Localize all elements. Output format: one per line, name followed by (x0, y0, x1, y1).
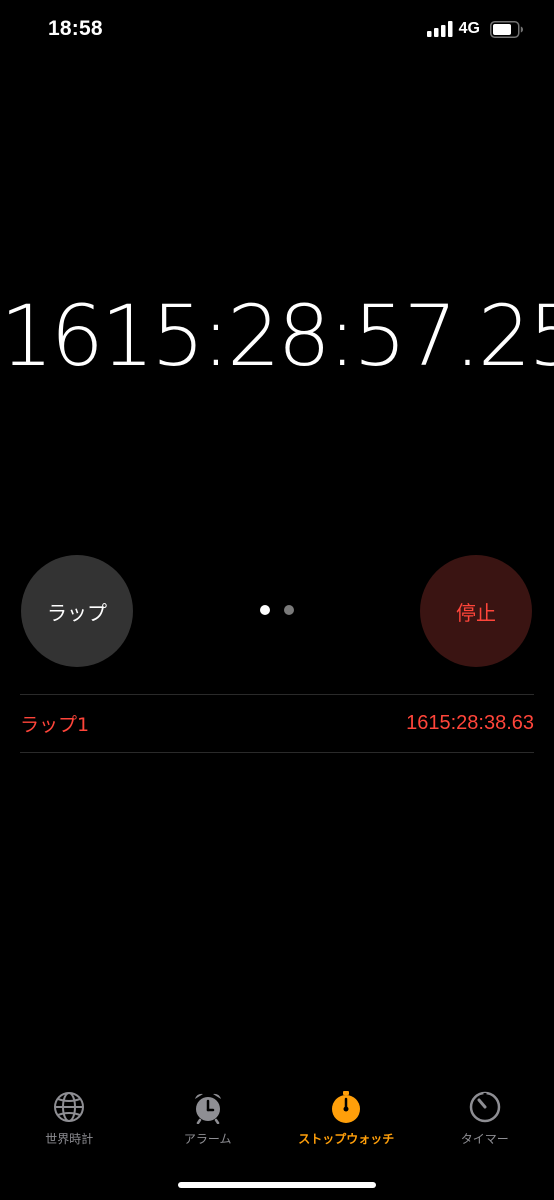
stop-button-label: 停止 (456, 600, 496, 625)
tab-alarm[interactable]: アラーム (139, 1090, 278, 1160)
alarm-clock-icon (194, 1093, 221, 1124)
lap-list: ラップ1 1615:28:38.63 (20, 688, 534, 753)
lap-label: ラップ1 (20, 714, 90, 736)
list-item: ラップ1 1615:28:38.63 (20, 694, 534, 753)
page-dot-active (260, 605, 270, 615)
stopwatch-icon (332, 1091, 361, 1123)
tab-timer[interactable]: タイマー (416, 1090, 554, 1160)
timer-icon (469, 1091, 500, 1123)
stopwatch-display: 1615:28:57.25 (0, 287, 554, 385)
stop-button[interactable]: 停止 (420, 555, 532, 667)
status-time: 18:58 (48, 17, 103, 40)
battery-icon (490, 20, 523, 38)
status-indicators: 4G (426, 20, 524, 38)
lap-button-label: ラップ (47, 600, 107, 625)
page-dot-inactive (284, 605, 294, 615)
cellular-signal-icon (426, 21, 453, 37)
home-indicator[interactable] (178, 1182, 376, 1188)
tab-label: タイマー (460, 1132, 509, 1146)
network-type-label: 4G (458, 20, 480, 37)
page-indicator[interactable] (260, 605, 294, 615)
tab-label: 世界時計 (45, 1132, 94, 1146)
tab-world-clock[interactable]: 世界時計 (0, 1090, 139, 1160)
tab-label: アラーム (183, 1132, 232, 1146)
tab-label: ストップウォッチ (298, 1132, 395, 1146)
status-bar: 18:58 4G (0, 0, 554, 62)
tab-stopwatch[interactable]: ストップウォッチ (277, 1090, 416, 1160)
lap-button[interactable]: ラップ (21, 555, 133, 667)
lap-time: 1615:28:38.63 (406, 712, 534, 734)
globe-icon (54, 1092, 85, 1122)
tab-bar: 世界時計 アラーム ストップウォッチ タイマー (0, 1090, 554, 1160)
